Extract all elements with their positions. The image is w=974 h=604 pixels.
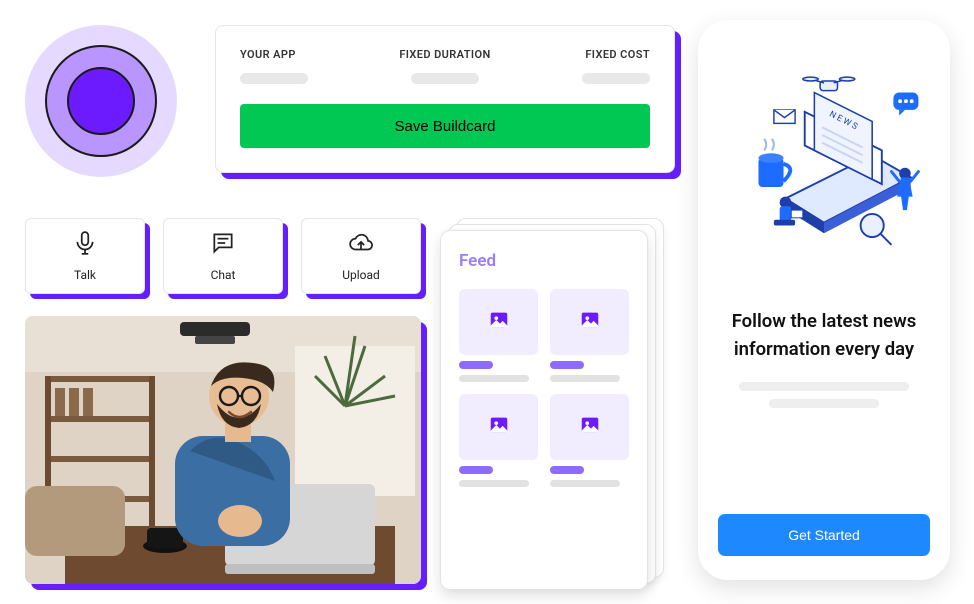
buildcard-value-app-placeholder	[240, 73, 308, 84]
feed-item[interactable]	[459, 394, 538, 487]
image-icon	[579, 414, 601, 440]
phone-headline: Follow the latest news information every…	[718, 308, 930, 364]
upload-button[interactable]: Upload	[301, 218, 421, 294]
brand-logo	[25, 25, 177, 177]
feed-item-text-placeholder	[459, 480, 529, 487]
feed-item-text-placeholder	[550, 375, 620, 382]
feed-item[interactable]	[550, 394, 629, 487]
feed-panel: Feed	[440, 230, 648, 590]
buildcard-col-app: YOUR APP	[240, 48, 308, 84]
feed-item[interactable]	[459, 289, 538, 382]
phone-mockup: N E W S	[698, 20, 950, 580]
buildcard-panel: YOUR APP FIXED DURATION FIXED COST Save …	[215, 25, 675, 173]
buildcard-value-cost-placeholder	[582, 73, 650, 84]
feed-item-title-placeholder	[550, 466, 584, 474]
image-icon	[579, 309, 601, 335]
phone-subtext-placeholder-1	[739, 382, 909, 391]
buildcard-summary-row: YOUR APP FIXED DURATION FIXED COST	[240, 48, 650, 84]
image-icon	[488, 414, 510, 440]
feed-title: Feed	[459, 251, 629, 271]
feed-item-text-placeholder	[459, 375, 529, 382]
feed-item-title-placeholder	[550, 361, 584, 369]
chat-label: Chat	[211, 268, 236, 282]
news-illustration: N E W S	[718, 40, 930, 280]
image-icon	[488, 309, 510, 335]
feed-item-thumb	[550, 394, 629, 460]
action-button-row: Talk Chat Upload	[25, 218, 421, 294]
feed-item-thumb	[550, 289, 629, 355]
get-started-button[interactable]: Get Started	[718, 514, 930, 556]
feed-item-thumb	[459, 394, 538, 460]
buildcard-col-cost: FIXED COST	[582, 48, 650, 84]
buildcard-label-cost: FIXED COST	[585, 48, 650, 61]
feed-item-title-placeholder	[459, 466, 493, 474]
logo-ring-inner	[67, 67, 135, 135]
buildcard-col-duration: FIXED DURATION	[399, 48, 490, 84]
hero-photo	[25, 316, 421, 584]
buildcard-value-duration-placeholder	[411, 73, 479, 84]
talk-button[interactable]: Talk	[25, 218, 145, 294]
save-buildcard-button[interactable]: Save Buildcard	[240, 104, 650, 148]
buildcard-label-app: YOUR APP	[240, 48, 296, 61]
feed-item-title-placeholder	[459, 361, 493, 369]
chat-icon	[210, 230, 236, 260]
feed-item-thumb	[459, 289, 538, 355]
cloud-upload-icon	[348, 230, 374, 260]
feed-grid	[459, 289, 629, 487]
upload-label: Upload	[342, 268, 380, 282]
feed-card-stack: Feed	[440, 218, 660, 588]
buildcard-label-duration: FIXED DURATION	[399, 48, 490, 61]
chat-button[interactable]: Chat	[163, 218, 283, 294]
feed-item-text-placeholder	[550, 480, 620, 487]
phone-subtext-placeholder-2	[769, 399, 879, 408]
microphone-icon	[72, 230, 98, 260]
talk-label: Talk	[74, 268, 96, 282]
feed-item[interactable]	[550, 289, 629, 382]
